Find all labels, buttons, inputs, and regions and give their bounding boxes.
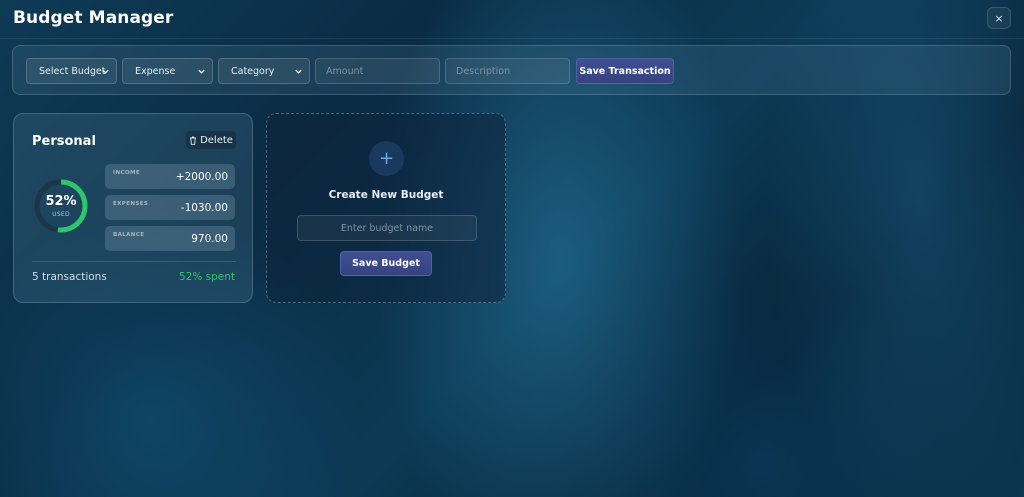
category-dropdown[interactable]: Category <box>218 58 310 84</box>
create-budget-card: + Create New Budget Enter budget name Sa… <box>266 113 506 303</box>
delete-label: Delete <box>200 134 233 146</box>
title-bar: Budget Manager × <box>0 0 1024 39</box>
budget-name-placeholder: Enter budget name <box>340 222 434 234</box>
budget-name-input[interactable]: Enter budget name <box>297 215 477 241</box>
chevron-down-icon <box>102 69 109 74</box>
chevron-down-icon <box>198 69 205 74</box>
trash-icon <box>190 136 197 145</box>
chevron-down-icon <box>295 69 302 74</box>
budget-name: Personal <box>32 134 96 149</box>
save-transaction-label: Save Transaction <box>579 65 671 77</box>
card-divider <box>32 261 236 262</box>
delete-budget-button[interactable]: Delete <box>186 131 236 149</box>
income-label: INCOME <box>113 170 140 176</box>
save-transaction-button[interactable]: Save Transaction <box>576 58 674 84</box>
category-value: Category <box>231 65 275 77</box>
balance-value: 970.00 <box>191 233 228 245</box>
balance-label: BALANCE <box>113 232 145 238</box>
transaction-toolbar: Select Budget Expense Category Amount De… <box>12 45 1011 95</box>
usage-label: USED <box>52 211 70 218</box>
amount-placeholder: Amount <box>326 65 364 77</box>
expenses-stat: EXPENSES -1030.00 <box>105 195 235 220</box>
amount-input[interactable]: Amount <box>315 58 440 84</box>
income-value: +2000.00 <box>175 171 228 183</box>
budget-card: Personal Delete 52% USED INCOME +2000.00… <box>13 113 253 303</box>
create-budget-title: Create New Budget <box>328 189 444 201</box>
close-icon: × <box>994 11 1004 25</box>
expenses-value: -1030.00 <box>180 202 228 214</box>
income-stat: INCOME +2000.00 <box>105 164 235 189</box>
description-placeholder: Description <box>456 65 511 77</box>
type-value: Expense <box>135 65 176 77</box>
close-button[interactable]: × <box>987 7 1011 29</box>
spent-percent: 52% spent <box>178 271 235 283</box>
save-budget-button[interactable]: Save Budget <box>340 251 432 276</box>
expenses-label: EXPENSES <box>113 201 149 207</box>
balance-stat: BALANCE 970.00 <box>105 226 235 251</box>
save-budget-label: Save Budget <box>352 258 420 269</box>
description-input[interactable]: Description <box>445 58 570 84</box>
app-title: Budget Manager <box>13 8 174 28</box>
select-budget-dropdown[interactable]: Select Budget <box>26 58 117 84</box>
plus-icon: + <box>378 148 395 169</box>
type-dropdown[interactable]: Expense <box>122 58 213 84</box>
select-budget-value: Select Budget <box>39 65 106 77</box>
add-budget-button[interactable]: + <box>369 141 404 176</box>
usage-percent: 52% <box>45 194 77 209</box>
transaction-count: 5 transactions <box>32 271 107 283</box>
